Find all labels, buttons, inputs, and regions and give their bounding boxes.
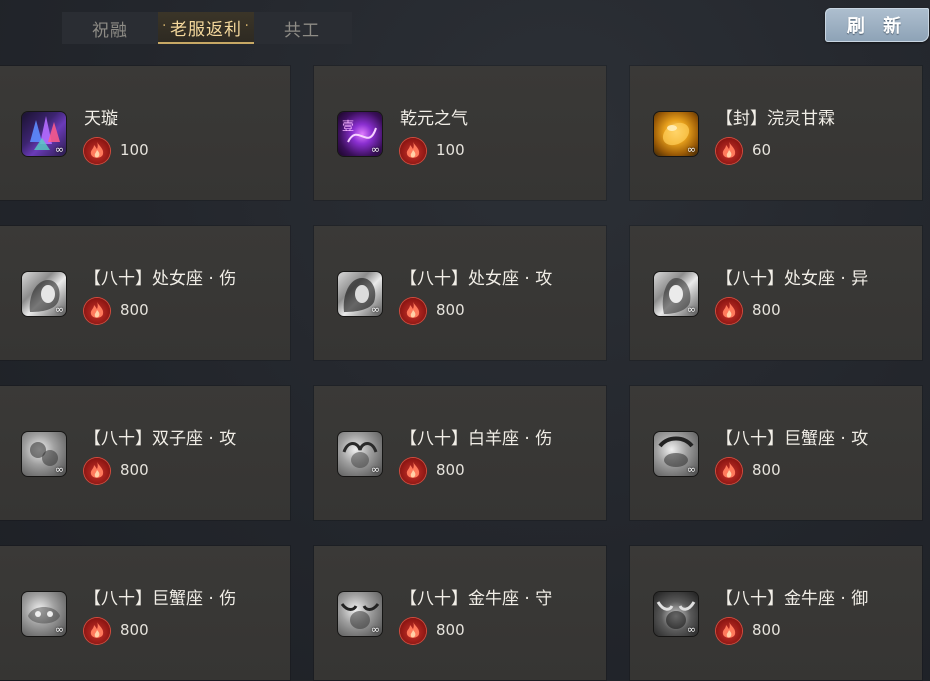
item-name: 【八十】巨蟹座 · 伤 <box>84 589 237 609</box>
item-name: 【封】浣灵甘霖 <box>716 109 835 129</box>
tab-zhurong[interactable]: 祝融 <box>62 12 158 44</box>
red-flame-icon <box>716 618 742 644</box>
infinity-mark: ∞ <box>54 303 64 316</box>
infinity-mark: ∞ <box>54 143 64 156</box>
item-cost: 800 <box>752 301 781 319</box>
crystal-icon: ∞ <box>22 112 66 156</box>
shop-item-card[interactable]: ∞ 【八十】处女座 · 攻 800 <box>314 226 606 360</box>
virgo-portrait-icon: ∞ <box>654 272 698 316</box>
item-cost: 800 <box>436 621 465 639</box>
virgo-portrait-icon: ∞ <box>338 272 382 316</box>
shop-item-card[interactable]: ∞ 【八十】巨蟹座 · 伤 800 <box>0 546 290 680</box>
item-cost: 800 <box>120 621 149 639</box>
infinity-mark: ∞ <box>686 463 696 476</box>
infinity-mark: ∞ <box>54 463 64 476</box>
item-cost: 800 <box>120 301 149 319</box>
item-name: 【八十】巨蟹座 · 攻 <box>716 429 869 449</box>
infinity-mark: ∞ <box>686 143 696 156</box>
tab-old-server-rebate[interactable]: 老服返利 <box>158 12 254 44</box>
shop-item-card[interactable]: ∞ 【八十】金牛座 · 守 800 <box>314 546 606 680</box>
taurus-portrait-icon: ∞ <box>338 592 382 636</box>
red-flame-icon <box>84 298 110 324</box>
item-cost: 800 <box>436 301 465 319</box>
red-flame-icon <box>400 458 426 484</box>
red-flame-icon <box>716 138 742 164</box>
svg-text:壹: 壹 <box>342 119 354 133</box>
item-cost: 800 <box>120 461 149 479</box>
shop-item-card[interactable]: ∞ 【八十】处女座 · 异 800 <box>630 226 922 360</box>
infinity-mark: ∞ <box>370 303 380 316</box>
infinity-mark: ∞ <box>54 623 64 636</box>
item-cost: 100 <box>120 141 149 159</box>
red-flame-icon <box>84 618 110 644</box>
infinity-mark: ∞ <box>686 303 696 316</box>
item-cost: 800 <box>752 621 781 639</box>
shop-item-card[interactable]: ∞ 【封】浣灵甘霖 60 <box>630 66 922 200</box>
item-cost: 800 <box>752 461 781 479</box>
red-flame-icon <box>84 458 110 484</box>
shop-item-card[interactable]: 壹 ∞ 乾元之气 100 <box>314 66 606 200</box>
infinity-mark: ∞ <box>686 623 696 636</box>
item-name: 【八十】白羊座 · 伤 <box>400 429 553 449</box>
shop-item-card[interactable]: ∞ 【八十】白羊座 · 伤 800 <box>314 386 606 520</box>
item-name: 乾元之气 <box>400 109 468 129</box>
shop-item-card[interactable]: ∞ 【八十】双子座 · 攻 800 <box>0 386 290 520</box>
red-flame-icon <box>84 138 110 164</box>
shop-item-card[interactable]: ∞ 天璇 100 <box>0 66 290 200</box>
tab-gonggong[interactable]: 共工 <box>254 12 350 44</box>
red-flame-icon <box>716 458 742 484</box>
tab-bar: 祝融 老服返利 共工 <box>62 12 352 44</box>
shop-item-card[interactable]: ∞ 【八十】巨蟹座 · 攻 800 <box>630 386 922 520</box>
cancer-portrait-icon: ∞ <box>22 592 66 636</box>
infinity-mark: ∞ <box>370 623 380 636</box>
infinity-mark: ∞ <box>370 463 380 476</box>
purple-orb-icon: 壹 ∞ <box>338 112 382 156</box>
aries-portrait-icon: ∞ <box>338 432 382 476</box>
red-flame-icon <box>400 138 426 164</box>
item-name: 【八十】处女座 · 攻 <box>400 269 553 289</box>
amber-gem-icon: ∞ <box>654 112 698 156</box>
shop-item-card[interactable]: ∞ 【八十】处女座 · 伤 800 <box>0 226 290 360</box>
item-name: 【八十】金牛座 · 守 <box>400 589 553 609</box>
item-name: 【八十】处女座 · 伤 <box>84 269 237 289</box>
item-cost: 800 <box>436 461 465 479</box>
item-name: 【八十】处女座 · 异 <box>716 269 869 289</box>
red-flame-icon <box>400 298 426 324</box>
infinity-mark: ∞ <box>370 143 380 156</box>
gemini-portrait-icon: ∞ <box>22 432 66 476</box>
item-name: 天璇 <box>84 109 118 129</box>
cancer-portrait-icon: ∞ <box>654 432 698 476</box>
item-cost: 60 <box>752 141 772 159</box>
taurus-portrait-icon: ∞ <box>654 592 698 636</box>
item-cost: 100 <box>436 141 465 159</box>
red-flame-icon <box>400 618 426 644</box>
refresh-button[interactable]: 刷 新 <box>825 8 929 42</box>
item-name: 【八十】金牛座 · 御 <box>716 589 869 609</box>
shop-item-card[interactable]: ∞ 【八十】金牛座 · 御 800 <box>630 546 922 680</box>
red-flame-icon <box>716 298 742 324</box>
virgo-portrait-icon: ∞ <box>22 272 66 316</box>
item-name: 【八十】双子座 · 攻 <box>84 429 237 449</box>
